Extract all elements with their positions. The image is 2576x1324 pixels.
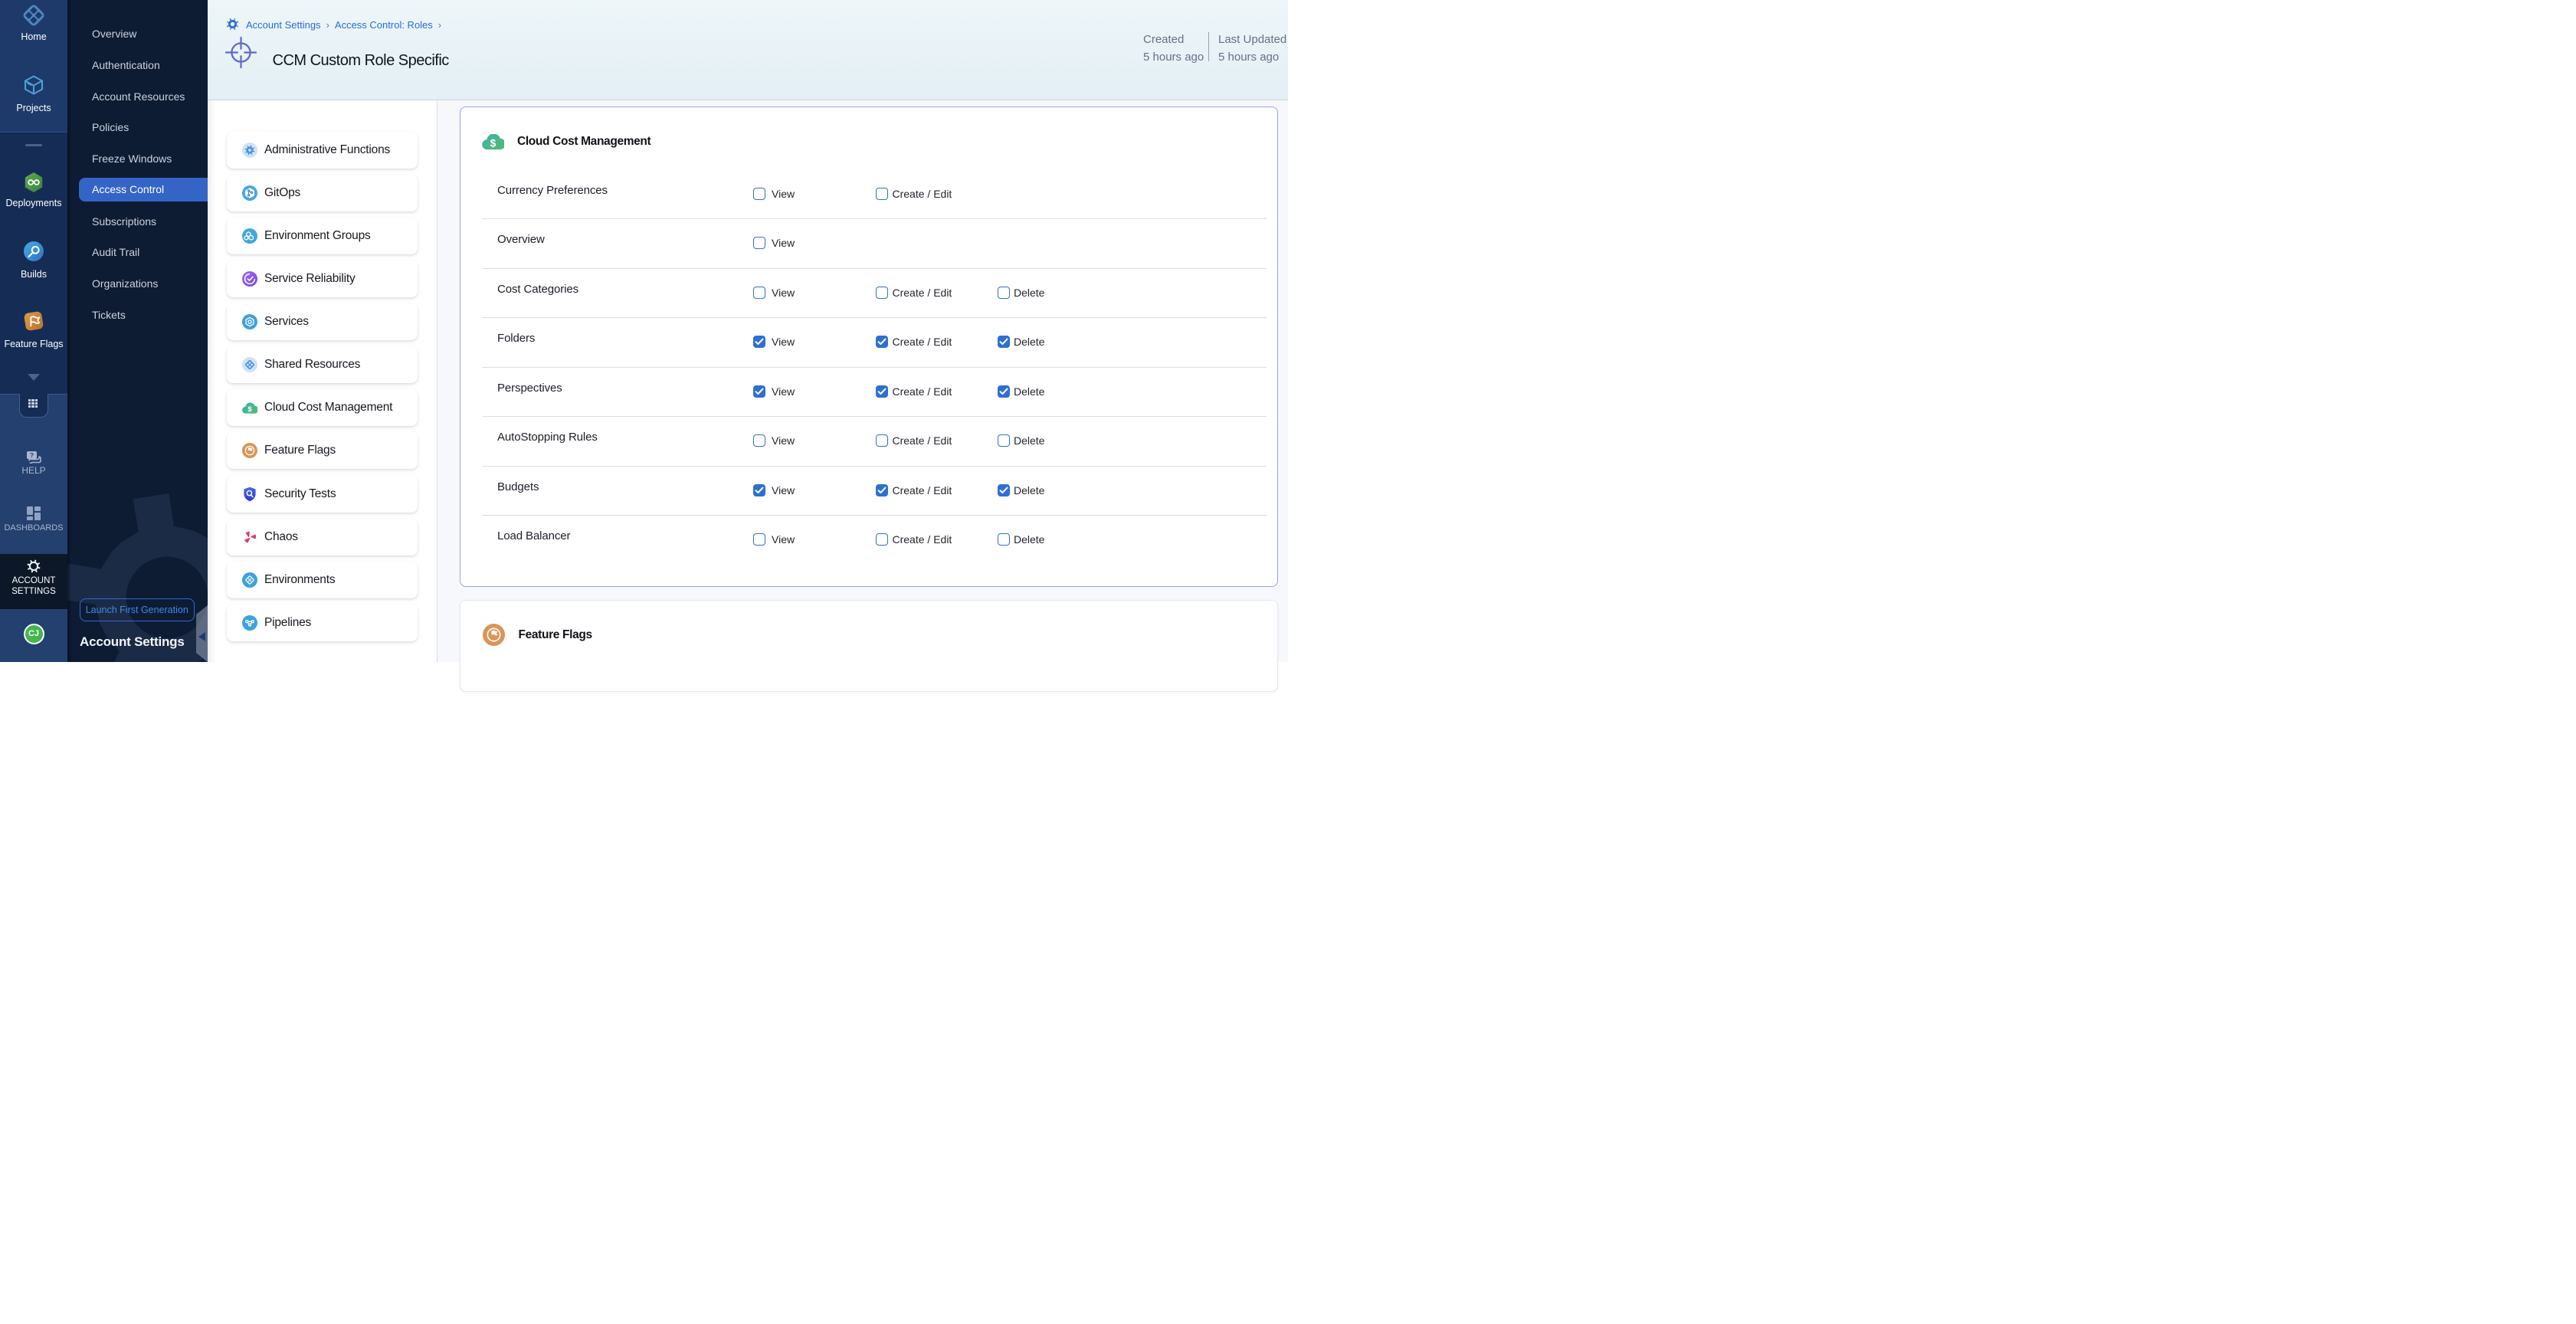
svg-text:$: $ xyxy=(490,137,497,149)
svg-text:$: $ xyxy=(247,405,252,414)
svg-text:?: ? xyxy=(30,451,34,459)
